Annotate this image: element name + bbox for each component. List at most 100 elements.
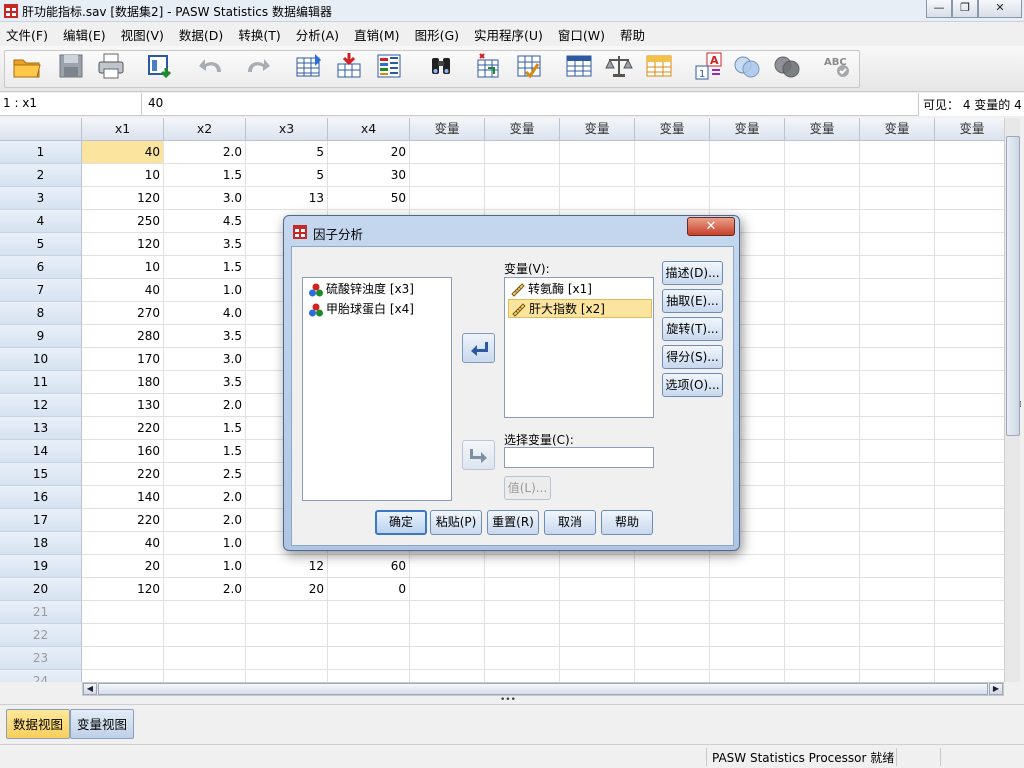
selection-variable-field[interactable] <box>504 447 654 468</box>
table-cell[interactable] <box>710 601 785 624</box>
table-cell[interactable] <box>860 463 935 486</box>
table-cell[interactable] <box>785 486 860 509</box>
table-cell[interactable]: 5 <box>246 164 328 187</box>
row-number[interactable]: 24 <box>0 670 82 682</box>
options-button[interactable]: 选项(O)... <box>662 373 723 397</box>
table-cell[interactable] <box>560 164 635 187</box>
table-cell[interactable] <box>860 647 935 670</box>
table-cell[interactable]: 1.0 <box>164 555 246 578</box>
table-cell[interactable]: 40 <box>82 141 164 164</box>
goto-variable-icon[interactable] <box>334 52 364 80</box>
table-cell[interactable]: 5 <box>246 141 328 164</box>
table-cell[interactable] <box>785 578 860 601</box>
table-cell[interactable] <box>860 279 935 302</box>
menu-data[interactable]: 数据(D) <box>179 25 223 44</box>
table-cell[interactable] <box>935 210 1004 233</box>
table-cell[interactable]: 3.5 <box>164 233 246 256</box>
table-cell[interactable] <box>935 440 1004 463</box>
print-icon[interactable] <box>96 52 126 80</box>
row-number[interactable]: 11 <box>0 371 82 394</box>
row-number[interactable]: 22 <box>0 624 82 647</box>
table-cell[interactable]: 50 <box>328 187 410 210</box>
row-number[interactable]: 15 <box>0 463 82 486</box>
table-cell[interactable] <box>410 164 485 187</box>
table-cell[interactable] <box>410 578 485 601</box>
table-cell[interactable] <box>164 647 246 670</box>
table-cell[interactable]: 12 <box>246 555 328 578</box>
extraction-button[interactable]: 抽取(E)... <box>662 289 723 313</box>
table-cell[interactable]: 20 <box>246 578 328 601</box>
table-cell[interactable] <box>635 187 710 210</box>
table-cell[interactable] <box>560 670 635 682</box>
row-number[interactable]: 13 <box>0 417 82 440</box>
table-cell[interactable] <box>935 371 1004 394</box>
target-var-x1[interactable]: 转氨酶 [x1] <box>508 280 652 299</box>
cancel-button[interactable]: 取消 <box>544 510 596 535</box>
table-cell[interactable] <box>785 279 860 302</box>
show-all-variables-icon[interactable] <box>772 52 802 80</box>
table-cell[interactable] <box>485 141 560 164</box>
rotation-button[interactable]: 旋转(T)... <box>662 317 723 341</box>
column-header-empty[interactable]: 变量 <box>785 118 860 141</box>
move-to-selection-button[interactable] <box>462 440 495 470</box>
table-cell[interactable] <box>785 463 860 486</box>
table-cell[interactable] <box>635 555 710 578</box>
table-cell[interactable] <box>860 348 935 371</box>
tab-variable-view[interactable]: 变量视图 <box>70 709 135 739</box>
table-cell[interactable] <box>935 417 1004 440</box>
table-cell[interactable] <box>785 670 860 682</box>
table-cell[interactable] <box>410 647 485 670</box>
table-cell[interactable] <box>485 187 560 210</box>
column-header-empty[interactable]: 变量 <box>485 118 560 141</box>
table-cell[interactable] <box>246 624 328 647</box>
table-cell[interactable]: 13 <box>246 187 328 210</box>
table-cell[interactable] <box>164 624 246 647</box>
help-button[interactable]: 帮助 <box>601 510 653 535</box>
table-cell[interactable] <box>635 670 710 682</box>
value-button[interactable]: 值(L)... <box>504 476 551 500</box>
table-cell[interactable]: 170 <box>82 348 164 371</box>
value-labels-icon[interactable]: A 1 <box>694 52 724 80</box>
table-cell[interactable]: 20 <box>82 555 164 578</box>
table-cell[interactable]: 270 <box>82 302 164 325</box>
reset-button[interactable]: 重置(R) <box>487 510 539 535</box>
menu-file[interactable]: 文件(F) <box>6 25 48 44</box>
column-header-empty[interactable]: 变量 <box>710 118 785 141</box>
table-cell[interactable] <box>860 601 935 624</box>
goto-case-icon[interactable] <box>293 52 323 80</box>
table-cell[interactable]: 120 <box>82 578 164 601</box>
column-header-empty[interactable]: 变量 <box>410 118 485 141</box>
menu-edit[interactable]: 编辑(E) <box>63 25 106 44</box>
table-cell[interactable] <box>560 578 635 601</box>
scores-button[interactable]: 得分(S)... <box>662 345 723 369</box>
table-cell[interactable] <box>560 601 635 624</box>
table-cell[interactable]: 2.5 <box>164 463 246 486</box>
table-cell[interactable] <box>328 601 410 624</box>
row-number[interactable]: 18 <box>0 532 82 555</box>
scroll-right-button[interactable]: ▶ <box>989 683 1003 695</box>
table-cell[interactable] <box>82 624 164 647</box>
row-number[interactable]: 16 <box>0 486 82 509</box>
undo-icon[interactable] <box>197 52 227 80</box>
table-cell[interactable] <box>328 647 410 670</box>
table-cell[interactable] <box>410 555 485 578</box>
table-cell[interactable] <box>860 141 935 164</box>
table-cell[interactable] <box>82 647 164 670</box>
table-cell[interactable] <box>935 164 1004 187</box>
table-cell[interactable] <box>710 141 785 164</box>
table-cell[interactable] <box>785 371 860 394</box>
vertical-scroll-thumb[interactable] <box>1006 136 1020 436</box>
table-cell[interactable]: 10 <box>82 256 164 279</box>
table-cell[interactable] <box>710 578 785 601</box>
row-number[interactable]: 12 <box>0 394 82 417</box>
table-cell[interactable]: 2.0 <box>164 509 246 532</box>
insert-cases-icon[interactable] <box>472 52 502 80</box>
cell-value-input[interactable]: 40 <box>148 96 163 110</box>
table-cell[interactable] <box>935 509 1004 532</box>
table-cell[interactable] <box>164 670 246 682</box>
column-header-empty[interactable]: 变量 <box>635 118 710 141</box>
table-cell[interactable]: 30 <box>328 164 410 187</box>
open-folder-icon[interactable] <box>12 52 42 80</box>
table-cell[interactable]: 220 <box>82 417 164 440</box>
table-cell[interactable] <box>785 647 860 670</box>
